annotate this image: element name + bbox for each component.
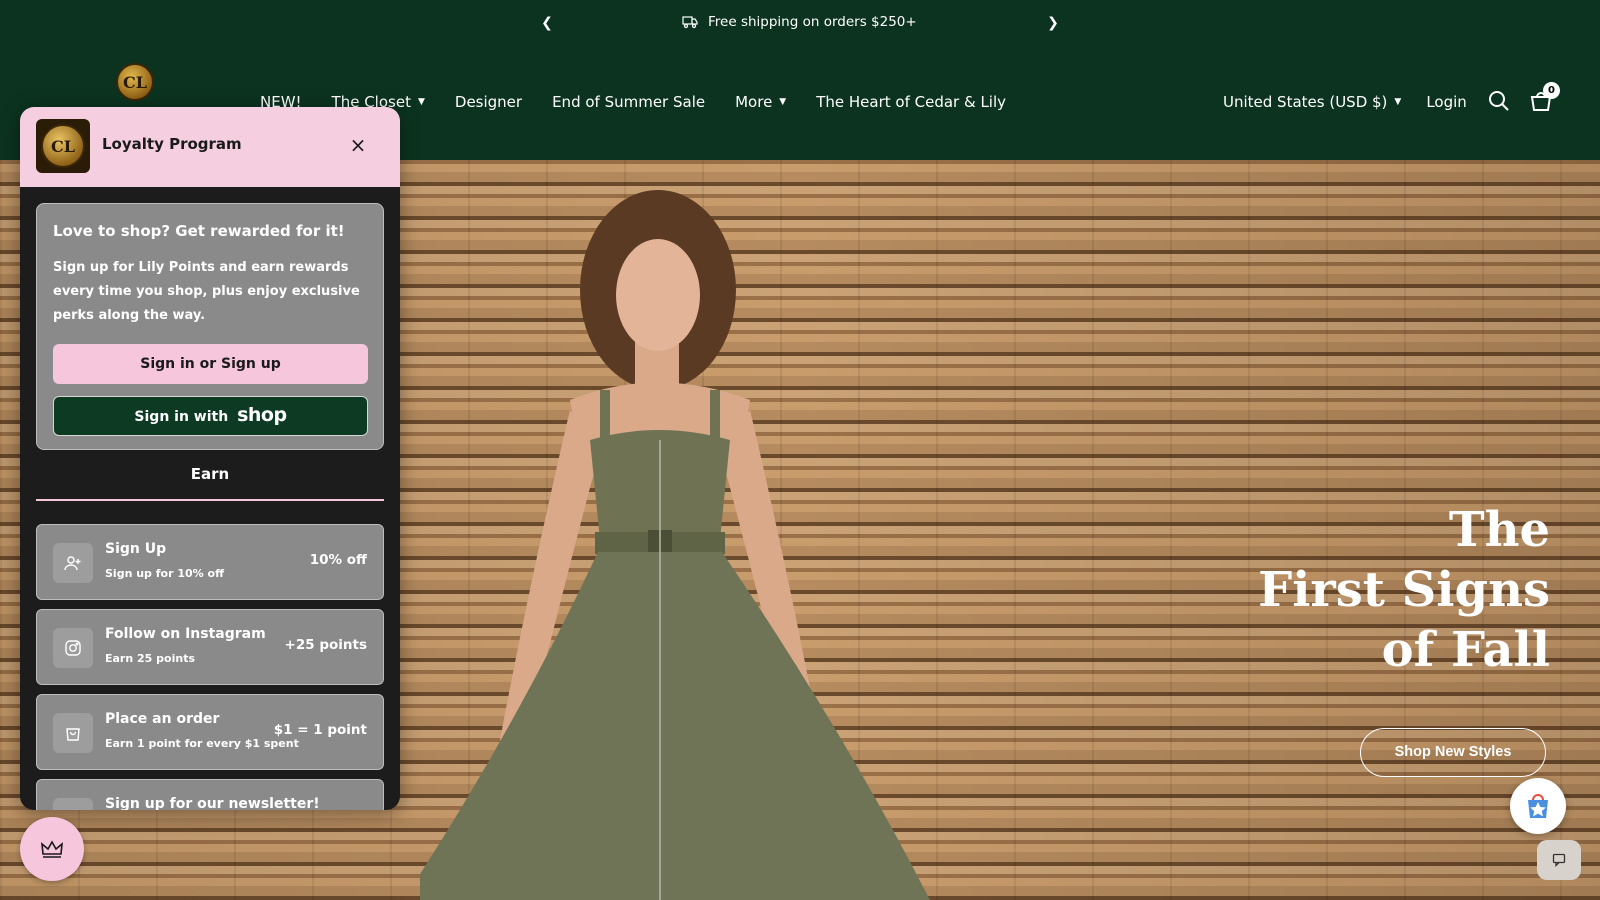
nav-item-more[interactable]: More ▼ [735, 93, 786, 111]
loyalty-signup-card: Love to shop? Get rewarded for it! Sign … [36, 203, 384, 450]
chevron-down-icon: ▼ [779, 97, 787, 107]
logo[interactable]: CL [116, 63, 154, 101]
earn-item-follow-instagram[interactable]: Follow on Instagram Earn 25 points +25 p… [36, 609, 384, 685]
nav-label: The Heart of Cedar & Lily [816, 93, 1007, 111]
country-label: United States (USD $) [1223, 93, 1388, 111]
close-icon[interactable]: × [348, 135, 368, 155]
instagram-icon [53, 628, 93, 668]
nav-label: End of Summer Sale [552, 93, 706, 111]
logo-text: CL [123, 72, 147, 92]
search-icon[interactable] [1488, 90, 1510, 112]
nav-item-heart-of-cedar-lily[interactable]: The Heart of Cedar & Lily [816, 93, 1006, 111]
shop-logo: shop [237, 404, 287, 426]
reviews-badge-button[interactable] [1510, 778, 1566, 834]
earn-item-title: Follow on Instagram [105, 626, 266, 642]
star-bag-icon [1528, 794, 1548, 818]
logo-coin: CL [41, 124, 85, 168]
hero-title-line: The [1448, 502, 1550, 558]
loyalty-panel-header: CL Loyalty Program × [20, 107, 400, 187]
loyalty-panel: CL Loyalty Program × Love to shop? Get r… [20, 107, 400, 810]
hero-model-image [420, 190, 930, 900]
announcement-message: Free shipping on orders $250+ [682, 14, 917, 30]
chevron-left-icon[interactable]: ❮ [537, 13, 557, 33]
nav-item-end-of-summer-sale[interactable]: End of Summer Sale [552, 93, 705, 111]
earn-item-value: +25 points [284, 637, 367, 653]
loyalty-logo: CL [36, 119, 90, 173]
country-selector[interactable]: United States (USD $) ▼ [1223, 93, 1401, 111]
hero-title: The First Signs of Fall [1258, 500, 1550, 680]
chevron-right-icon[interactable]: ❯ [1043, 13, 1063, 33]
tab-earn[interactable]: Earn [36, 465, 384, 501]
card-body: Sign up for Lily Points and earn rewards… [53, 260, 360, 323]
chat-icon [1552, 853, 1566, 867]
truck-icon [682, 16, 698, 29]
earn-item-subtitle: Sign up for 10% off [105, 567, 224, 580]
announcement-text: Free shipping on orders $250+ [708, 14, 917, 30]
announcement-bar: ❮ Free shipping on orders $250+ ❯ [0, 0, 1600, 46]
chevron-down-icon: ▼ [417, 97, 425, 107]
sign-in-with-shop-button[interactable]: Sign in with shop [53, 396, 368, 436]
chat-button[interactable] [1537, 840, 1581, 880]
nav-label: Designer [454, 93, 523, 111]
earn-item-value: $1 = 1 point [273, 722, 367, 738]
earn-item-title: Sign up for our newsletter! [105, 796, 320, 810]
chevron-down-icon: ▼ [1394, 97, 1402, 107]
cart-count-badge: 0 [1543, 82, 1560, 99]
loyalty-panel-title: Loyalty Program [102, 135, 242, 153]
header-utilities: United States (USD $) ▼ Login [1223, 93, 1467, 111]
hero-title-line: of Fall [1381, 622, 1550, 678]
shop-signin-prefix: Sign in with [134, 409, 229, 425]
nav-item-designer[interactable]: Designer [455, 93, 522, 111]
login-link[interactable]: Login [1426, 93, 1466, 111]
earn-item-place-order[interactable]: Place an order Earn 1 point for every $1… [36, 694, 384, 770]
earn-item-subtitle: Earn 25 points [105, 652, 195, 665]
crown-icon [41, 840, 63, 858]
loyalty-launcher-button[interactable] [20, 817, 84, 881]
earn-item-sign-up[interactable]: Sign Up Sign up for 10% off 10% off [36, 524, 384, 600]
mail-icon [53, 798, 93, 810]
sign-in-or-sign-up-button[interactable]: Sign in or Sign up [53, 344, 368, 384]
earn-item-title: Place an order [105, 711, 220, 727]
shop-new-styles-button[interactable]: Shop New Styles [1360, 728, 1546, 777]
earn-item-subtitle: Earn 1 point for every $1 spent [105, 737, 299, 750]
shopping-bag-icon [53, 713, 93, 753]
add-user-icon [53, 543, 93, 583]
nav-label: More [735, 93, 773, 111]
hero-title-line: First Signs [1258, 562, 1550, 618]
earn-item-value: 10% off [309, 552, 367, 568]
earn-item-title: Sign Up [105, 541, 167, 557]
earn-item-newsletter[interactable]: Sign up for our newsletter! [36, 779, 384, 810]
card-heading: Love to shop? Get rewarded for it! [53, 222, 345, 240]
